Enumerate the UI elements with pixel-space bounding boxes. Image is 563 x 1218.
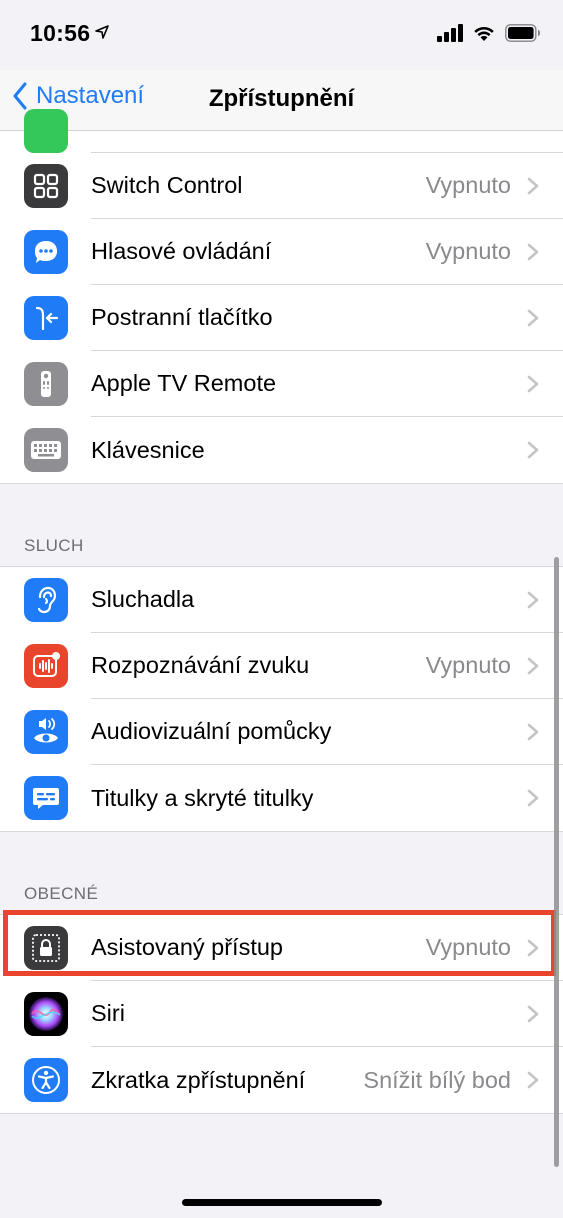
row-label: Hlasové ovládání <box>91 238 272 264</box>
wifi-icon <box>474 26 494 41</box>
chevron-right-icon <box>527 723 539 741</box>
row-label: Zkratka zpřístupnění <box>91 1066 306 1093</box>
ear-icon <box>24 578 68 622</box>
row-siri[interactable]: Siri <box>0 981 563 1047</box>
chevron-right-icon <box>527 375 539 393</box>
row-hearing-devices[interactable]: Sluchadla <box>0 567 563 633</box>
chevron-right-icon <box>527 591 539 609</box>
row-apple-tv-remote[interactable]: Apple TV Remote <box>0 351 563 417</box>
row-side-button[interactable]: Postranní tlačítko <box>0 285 563 351</box>
side-button-icon <box>24 296 68 340</box>
row-label: Audiovizuální pomůcky <box>91 718 332 744</box>
status-bar: 10:56 <box>0 0 563 70</box>
keyboard-icon <box>24 428 68 472</box>
chevron-right-icon <box>527 657 539 675</box>
row-value: Vypnuto <box>425 238 511 264</box>
partial-row-icon <box>24 109 68 153</box>
status-time: 10:56 <box>30 20 91 46</box>
chevron-right-icon <box>527 789 539 807</box>
tv-remote-icon <box>24 362 68 406</box>
siri-icon <box>24 992 68 1036</box>
row-label: Apple TV Remote <box>91 370 277 396</box>
voice-control-icon <box>24 230 68 274</box>
row-label: Switch Control <box>91 172 243 198</box>
chevron-right-icon <box>527 1071 539 1089</box>
home-indicator[interactable] <box>182 1199 382 1206</box>
chevron-right-icon <box>527 309 539 327</box>
group-interaction: Switch Control Vypnuto Hlasové ovládání … <box>0 153 563 484</box>
row-accessibility-shortcut[interactable]: Zkratka zpřístupnění Snížit bílý bod <box>0 1047 563 1113</box>
row-sound-recognition[interactable]: Rozpoznávání zvuku Vypnuto <box>0 633 563 699</box>
section-header-sluch: SLUCH <box>24 536 84 555</box>
row-label: Sluchadla <box>91 586 195 612</box>
section-header-obecne: OBECNÉ <box>24 884 99 903</box>
chevron-right-icon <box>527 177 539 195</box>
row-label: Rozpoznávání zvuku <box>91 652 310 678</box>
navigation-bar: Nastavení Zpřístupnění <box>0 70 563 131</box>
row-label: Siri <box>91 1000 125 1026</box>
group-sluch: Sluchadla Rozpoznávání zvuku Vypnuto Aud… <box>0 566 563 832</box>
location-arrow-icon <box>95 25 109 39</box>
row-keyboard[interactable]: Klávesnice <box>0 417 563 483</box>
sound-recognition-icon <box>24 644 68 688</box>
chevron-right-icon <box>527 441 539 459</box>
chevron-right-icon <box>527 243 539 261</box>
switch-control-icon <box>24 164 68 208</box>
row-label: Klávesnice <box>91 436 205 463</box>
subtitles-icon <box>24 776 68 820</box>
row-subtitles[interactable]: Titulky a skryté titulky <box>0 765 563 831</box>
partial-row <box>0 109 563 153</box>
page-title: Zpřístupnění <box>208 85 355 112</box>
audio-visual-icon <box>24 710 68 754</box>
row-value: Snížit bílý bod <box>363 1066 511 1093</box>
row-label: Postranní tlačítko <box>91 304 273 330</box>
row-label: Titulky a skryté titulky <box>91 784 314 811</box>
row-value: Vypnuto <box>425 172 511 198</box>
chevron-right-icon <box>527 1005 539 1023</box>
highlight-frame <box>3 910 556 976</box>
battery-icon <box>505 24 540 42</box>
scrollbar[interactable] <box>554 557 559 1167</box>
row-value: Vypnuto <box>425 652 511 678</box>
accessibility-shortcut-icon <box>24 1058 68 1102</box>
row-voice-control[interactable]: Hlasové ovládání Vypnuto <box>0 219 563 285</box>
cellular-signal-icon <box>437 24 463 42</box>
row-audio-visual[interactable]: Audiovizuální pomůcky <box>0 699 563 765</box>
row-switch-control[interactable]: Switch Control Vypnuto <box>0 153 563 219</box>
